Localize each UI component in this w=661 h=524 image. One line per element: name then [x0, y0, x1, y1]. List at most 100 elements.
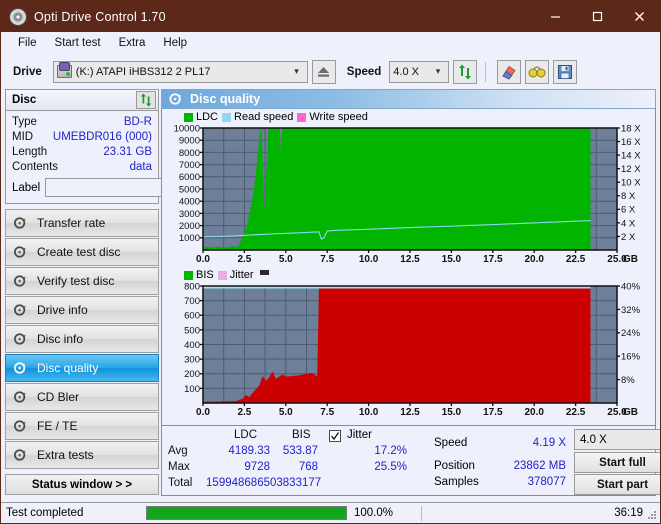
stats-col-ldc: LDC: [234, 429, 258, 441]
stats-col-bis: BIS: [292, 429, 311, 441]
svg-text:17.5: 17.5: [483, 407, 503, 418]
svg-text:15.0: 15.0: [442, 407, 462, 418]
sidebar-item-extra-tests[interactable]: Extra tests: [5, 441, 159, 469]
svg-text:8%: 8%: [621, 375, 635, 386]
refresh-button[interactable]: [453, 59, 478, 84]
glasses-button[interactable]: [525, 59, 550, 84]
disc-row-key: Contents: [12, 160, 59, 173]
sidebar-item-transfer-rate[interactable]: Transfer rate: [5, 209, 159, 237]
test-speed-select[interactable]: 4.0 X ▾: [574, 429, 660, 450]
svg-text:9000: 9000: [179, 136, 200, 147]
disc-test-icon: [14, 420, 26, 432]
svg-text:8 X: 8 X: [621, 191, 636, 202]
drive-select[interactable]: (K:) ATAPI iHBS312 2 PL17 ▾: [52, 60, 308, 83]
speed-select[interactable]: 4.0 X ▾: [389, 60, 450, 83]
close-button[interactable]: [618, 1, 660, 32]
svg-text:400: 400: [184, 340, 200, 351]
legend-item-jitter: Jitter: [217, 269, 254, 281]
svg-text:16%: 16%: [621, 352, 641, 363]
content-area: Disc quality LDC Read speed Write speed …: [159, 89, 660, 496]
svg-text:10.0: 10.0: [359, 254, 379, 265]
stats-avg-ldc: 4189.33: [228, 445, 270, 457]
start-full-button[interactable]: Start full: [574, 452, 660, 473]
menu-item-file[interactable]: File: [9, 35, 46, 51]
stats-total-ldc: 1599486865: [206, 477, 270, 489]
sidebar-item-disc-info[interactable]: Disc info: [5, 325, 159, 353]
svg-text:0.0: 0.0: [196, 254, 210, 265]
svg-text:5.0: 5.0: [279, 254, 293, 265]
chevron-down-icon: ▾: [294, 66, 299, 76]
disc-row-value: UMEBDR016 (000): [52, 130, 152, 143]
status-window-button[interactable]: Status window > >: [5, 474, 159, 495]
disc-test-icon: [14, 391, 26, 403]
eject-button[interactable]: [311, 59, 336, 84]
svg-text:5.0: 5.0: [279, 407, 293, 418]
disc-test-icon: [14, 275, 26, 287]
sidebar-item-disc-quality[interactable]: Disc quality: [5, 354, 159, 382]
stats-max-bis: 768: [298, 461, 318, 473]
sidebar: Disc Type BD-R MID UMEBDR016 (000) Lengt…: [1, 89, 252, 496]
legend-swatch-icon: [297, 112, 307, 122]
maximize-button[interactable]: [576, 1, 618, 32]
svg-text:12.5: 12.5: [400, 254, 420, 265]
speed-block: Speed 4.19 X Position 23862 MB Samples 3…: [432, 426, 572, 495]
menu-item-start-test[interactable]: Start test: [46, 35, 110, 51]
sidebar-item-label: Drive info: [37, 303, 88, 317]
progress-fill: [147, 507, 346, 519]
sidebar-item-label: Disc quality: [37, 361, 99, 375]
eraser-button[interactable]: [497, 59, 522, 84]
main-body: Disc Type BD-R MID UMEBDR016 (000) Lengt…: [1, 89, 660, 496]
sidebar-item-label: Disc info: [37, 332, 84, 346]
sidebar-item-create-test-disc[interactable]: Create test disc: [5, 238, 159, 266]
legend-swatch-icon: [184, 270, 193, 280]
sidebar-item-label: Extra tests: [37, 448, 94, 462]
sidebar-item-label: Transfer rate: [37, 216, 106, 230]
top-chart-svg: 10000 90008000700060005000 400030002000100…: [174, 124, 642, 265]
test-speed-value: 4.0 X: [580, 433, 607, 446]
sidebar-item-cd-bler[interactable]: CD Bler: [5, 383, 159, 411]
svg-text:20.0: 20.0: [524, 254, 544, 265]
menu-bar: File Start test Extra Help: [1, 32, 660, 54]
samples-value: 378077: [527, 476, 566, 488]
disc-row-length: Length 23.31 GB: [12, 144, 152, 159]
save-button[interactable]: [553, 59, 578, 84]
disc-row-key: MID: [12, 130, 34, 143]
svg-text:2 X: 2 X: [621, 232, 636, 243]
position-value: 23862 MB: [513, 460, 566, 472]
legend-label: Read speed: [234, 111, 294, 123]
jitter-block: Jitter 17.2% 25.5%: [317, 426, 432, 495]
disc-label-key: Label: [12, 181, 41, 194]
sidebar-item-label: Verify test disc: [37, 274, 115, 288]
stats-row-avg: Avg: [168, 445, 188, 457]
svg-text:12.5: 12.5: [400, 407, 420, 418]
minimize-button[interactable]: [534, 1, 576, 32]
legend-swatch-icon: [184, 112, 193, 122]
top-chart: 10000 9000 8000 7000 6000 5000 4000 3000 2000 100…: [162, 124, 655, 267]
jitter-max-value: 25.5%: [374, 461, 407, 473]
svg-text:1000: 1000: [179, 233, 200, 244]
speed-select-value: 4.0 X: [393, 65, 419, 78]
svg-text:4000: 4000: [179, 197, 200, 208]
jitter-checkbox[interactable]: [329, 430, 341, 442]
start-part-button[interactable]: Start part: [574, 474, 660, 495]
resize-grip-icon[interactable]: [646, 509, 658, 521]
sidebar-item-fe-te[interactable]: FE / TE: [5, 412, 159, 440]
disc-refresh-button[interactable]: [136, 91, 156, 109]
progress-percent: 100.0%: [354, 507, 394, 519]
legend-item-bis: BIS: [184, 269, 214, 281]
svg-text:6 X: 6 X: [621, 205, 636, 216]
menu-item-help[interactable]: Help: [154, 35, 196, 51]
speed-readout-label: Speed: [434, 437, 468, 449]
sidebar-item-drive-info[interactable]: Drive info: [5, 296, 159, 324]
speed-label: Speed: [346, 65, 382, 78]
menu-item-extra[interactable]: Extra: [110, 35, 155, 51]
title-bar: Opti Drive Control 1.70: [1, 1, 660, 32]
svg-text:7.5: 7.5: [320, 407, 334, 418]
disc-test-icon: [14, 333, 26, 345]
disc-row-contents: Contents data: [12, 159, 152, 174]
progress-bar: [146, 506, 347, 520]
sidebar-item-verify-test-disc[interactable]: Verify test disc: [5, 267, 159, 295]
legend-swatch-icon: [259, 269, 269, 275]
legend-swatch-icon: [217, 270, 227, 280]
disc-label-row: Label: [12, 177, 252, 198]
